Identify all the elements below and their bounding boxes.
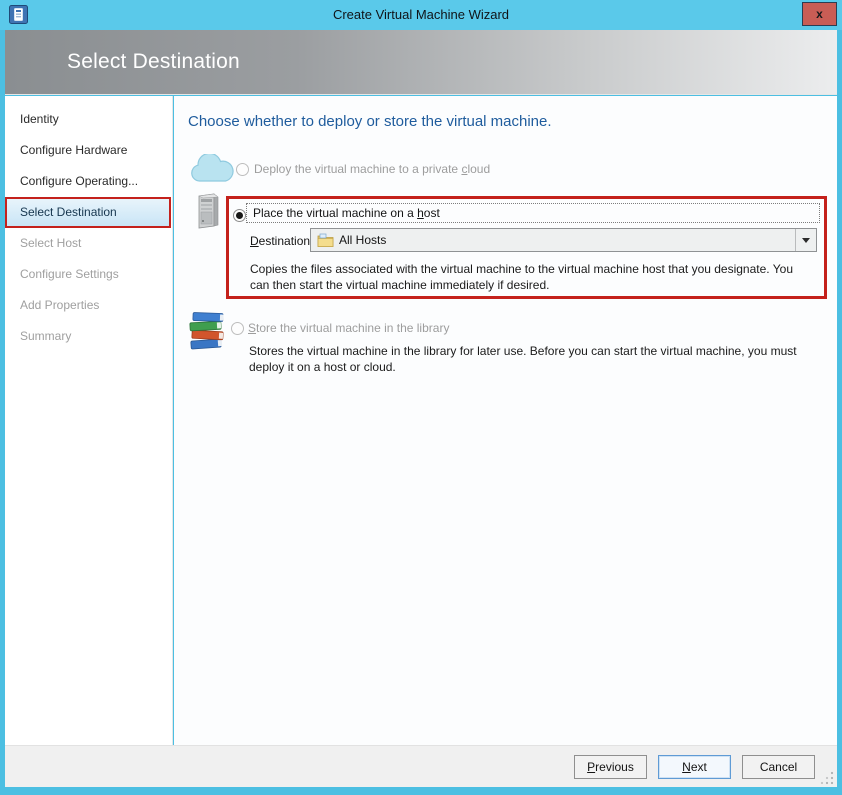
sidebar-item-select-host[interactable]: Select Host	[5, 228, 172, 259]
host-option-description: Copies the files associated with the vir…	[250, 261, 810, 293]
sidebar-item-select-destination[interactable]: Select Destination	[5, 197, 171, 228]
dropdown-arrow-icon[interactable]	[795, 229, 816, 251]
wizard-steps-sidebar: Identity Configure Hardware Configure Op…	[5, 96, 173, 745]
wizard-window: Create Virtual Machine Wizard x Select D…	[0, 0, 842, 795]
radio-store-in-library[interactable]	[231, 322, 244, 335]
sidebar-item-configure-hardware[interactable]: Configure Hardware	[5, 135, 172, 166]
close-button[interactable]: x	[802, 2, 837, 26]
sidebar-item-configure-operating[interactable]: Configure Operating...	[5, 166, 172, 197]
deploy-private-cloud-label[interactable]: Deploy the virtual machine to a private …	[254, 162, 490, 176]
sidebar-item-add-properties[interactable]: Add Properties	[5, 290, 172, 321]
wizard-header: Select Destination	[5, 30, 837, 95]
next-button[interactable]: Next	[658, 755, 731, 779]
host-option-annotation-box: Place the virtual machine on a host Dest…	[226, 196, 827, 299]
place-on-host-label[interactable]: Place the virtual machine on a host	[246, 203, 820, 223]
sidebar-item-identity[interactable]: Identity	[5, 104, 172, 135]
destination-value: All Hosts	[339, 233, 795, 247]
cloud-icon	[189, 154, 235, 184]
cancel-button[interactable]: Cancel	[742, 755, 815, 779]
destination-dropdown[interactable]: All Hosts	[310, 228, 817, 252]
content-heading: Choose whether to deploy or store the vi…	[188, 113, 552, 130]
footer-bar: Previous Next Cancel	[5, 745, 837, 787]
previous-button[interactable]: Previous	[574, 755, 647, 779]
library-books-icon	[187, 310, 228, 352]
window-title: Create Virtual Machine Wizard	[0, 7, 842, 22]
wizard-content: Choose whether to deploy or store the vi…	[174, 96, 837, 745]
sidebar-item-configure-settings[interactable]: Configure Settings	[5, 259, 172, 290]
resize-grip[interactable]	[820, 771, 834, 785]
title-bar[interactable]: Create Virtual Machine Wizard x	[0, 0, 842, 30]
sidebar-item-summary[interactable]: Summary	[5, 321, 172, 352]
host-group-folder-icon	[317, 233, 334, 247]
page-title: Select Destination	[67, 50, 240, 74]
close-icon: x	[816, 7, 823, 21]
radio-deploy-private-cloud[interactable]	[236, 163, 249, 176]
radio-place-on-host[interactable]	[233, 209, 246, 222]
server-tower-icon	[194, 193, 222, 230]
destination-label: Destination:	[250, 234, 313, 248]
store-in-library-label[interactable]: Store the virtual machine in the library	[248, 321, 449, 335]
library-option-description: Stores the virtual machine in the librar…	[249, 343, 825, 375]
